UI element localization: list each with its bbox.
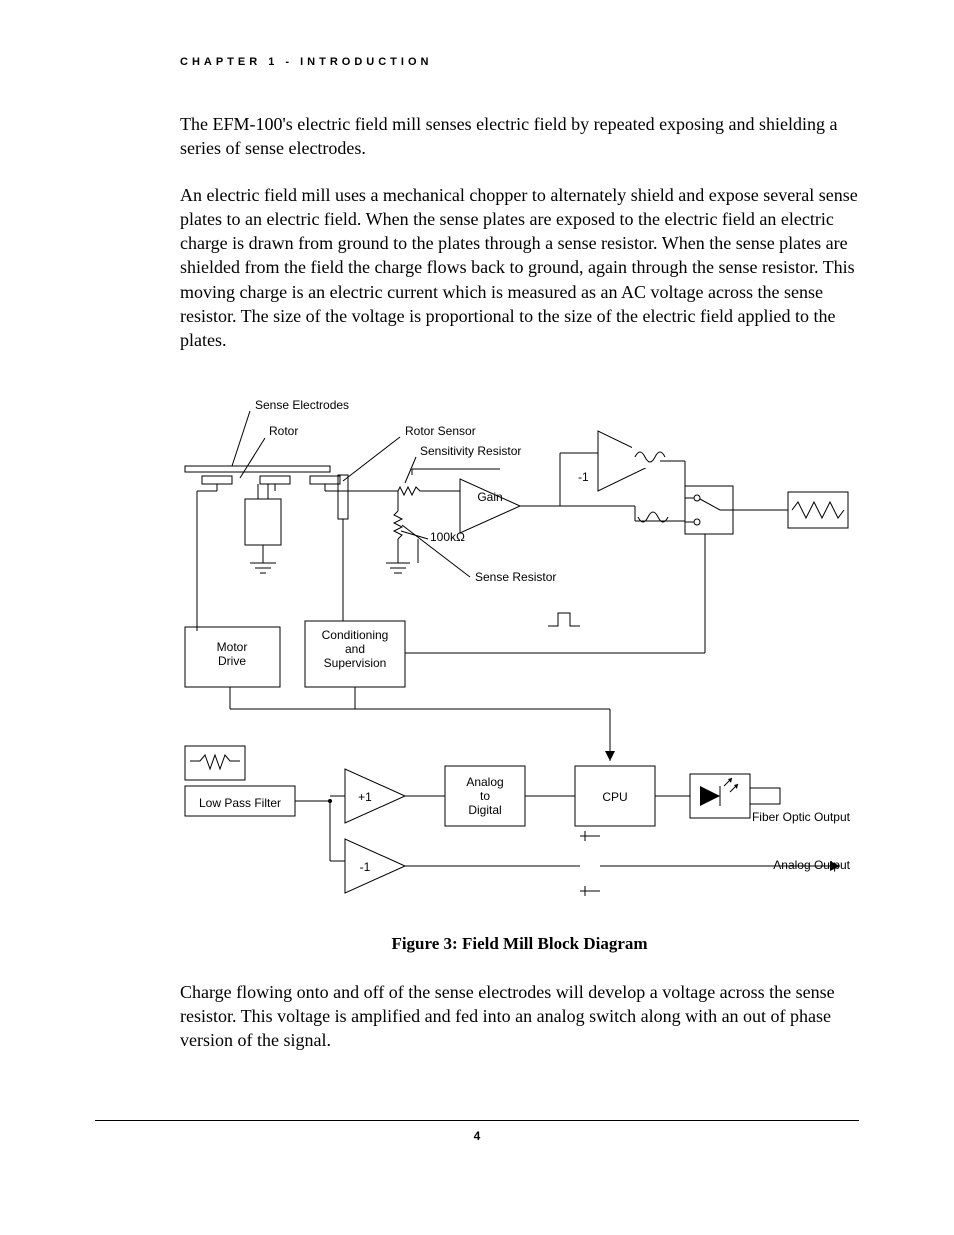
label-gain: Gain [477,490,502,504]
figure-block-diagram: Sense Electrodes Rotor Rotor Sensor Sens… [180,391,859,954]
label-sense-resistor: Sense Resistor [475,570,556,584]
paragraph-3: Charge flowing onto and off of the sense… [180,980,859,1053]
page: CHAPTER 1 - INTRODUCTION The EFM-100's e… [0,0,954,1235]
label-sensitivity-resistor: Sensitivity Resistor [420,444,521,458]
label-minus1: -1 [360,860,371,874]
chapter-heading: CHAPTER 1 - INTRODUCTION [180,56,859,68]
label-low-pass: Low Pass Filter [199,796,281,810]
label-analog-out: Analog Output [773,858,850,872]
page-number: 4 [0,1129,954,1143]
footer-rule [95,1120,859,1121]
paragraph-2: An electric field mill uses a mechanical… [180,183,859,353]
figure-caption: Figure 3: Field Mill Block Diagram [180,934,859,954]
label-plus1: +1 [358,790,372,804]
label-rotor: Rotor [269,424,298,438]
diagram-svg: Sense Electrodes Rotor Rotor Sensor Sens… [180,391,860,921]
label-inv1: -1 [578,470,589,484]
label-fiber: Fiber Optic Output [752,810,851,824]
paragraph-1: The EFM-100's electric field mill senses… [180,112,859,161]
label-motor-drive-1: MotorDrive [217,640,248,668]
label-cpu: CPU [602,790,627,804]
label-sense-electrodes: Sense Electrodes [255,398,349,412]
label-rotor-sensor: Rotor Sensor [405,424,476,438]
